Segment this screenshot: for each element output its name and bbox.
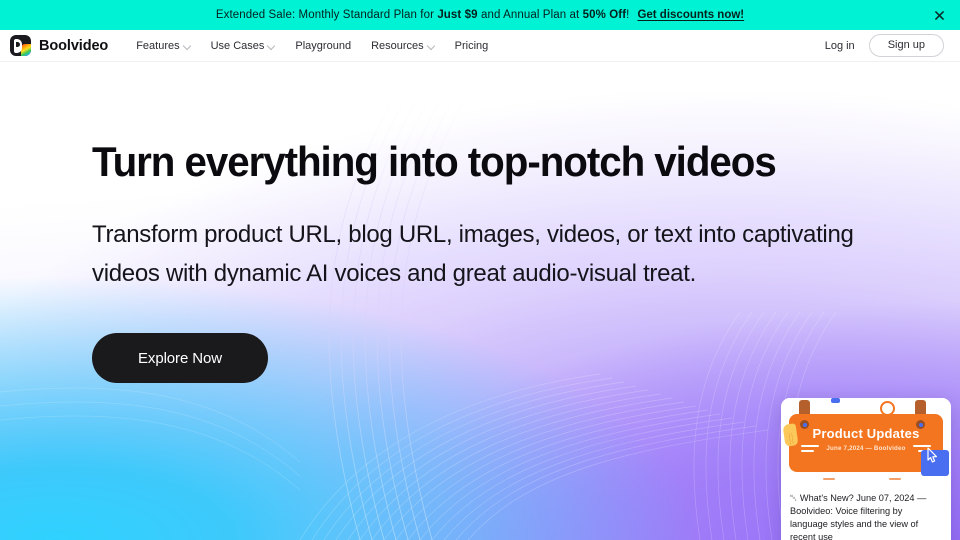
nav-label-use-cases: Use Cases (210, 39, 265, 52)
illustration-dash (823, 477, 835, 480)
site-header: Boolvideo Features Use Cases Playground … (0, 30, 960, 62)
chevron-down-icon (184, 42, 191, 49)
close-icon-svg (934, 10, 944, 20)
card-illustration: Product Updates June 7,2024 — Boolvideo (781, 398, 951, 484)
main-nav: Features Use Cases Playground Resources … (136, 40, 488, 52)
nav-item-resources[interactable]: Resources (371, 40, 435, 52)
promo-discount-link[interactable]: Get discounts now! (637, 9, 744, 21)
chevron-down-icon (268, 42, 275, 49)
boolvideo-logo-icon (10, 35, 31, 56)
promo-banner-text: Extended Sale: Monthly Standard Plan for… (216, 9, 630, 21)
hero-content: Turn everything into top-notch videos Tr… (92, 62, 882, 384)
promo-text-3: ! (626, 9, 630, 21)
hero-section: Turn everything into top-notch videos Tr… (0, 62, 960, 540)
card-body: ␀ What's New? June 07, 2024 — Boolvideo:… (781, 484, 951, 540)
brand-name: Boolvideo (39, 37, 109, 54)
nav-item-pricing[interactable]: Pricing (455, 40, 489, 52)
promo-bold-2: 50% Off (582, 9, 627, 21)
hero-subheading: Transform product URL, blog URL, images,… (92, 220, 854, 288)
page-title: Turn everything into top-notch videos (92, 138, 777, 185)
nav-label-features: Features (136, 39, 180, 52)
cursor-pointer-icon (927, 447, 937, 463)
explore-now-button[interactable]: Explore Now (92, 333, 268, 384)
page-root: Extended Sale: Monthly Standard Plan for… (0, 0, 960, 540)
illustration-dash (889, 477, 901, 480)
illustration-title: Product Updates (812, 426, 920, 441)
chevron-down-icon (428, 42, 435, 49)
close-icon[interactable] (930, 6, 948, 24)
signup-button[interactable]: Sign up (868, 34, 944, 57)
login-link[interactable]: Log in (825, 40, 855, 52)
card-title: ␀ What's New? June 07, 2024 — Boolvideo:… (790, 493, 927, 540)
header-actions: Log in Sign up (825, 34, 944, 57)
brand-logo[interactable]: Boolvideo (10, 35, 108, 56)
promo-bold-1: Just $9 (437, 9, 478, 21)
illustration-top-dot (831, 398, 840, 403)
logo-rainbow (21, 44, 31, 56)
promo-banner: Extended Sale: Monthly Standard Plan for… (0, 0, 960, 30)
nav-label-playground: Playground (295, 39, 352, 52)
logo-glyph (13, 38, 22, 53)
nav-item-use-cases[interactable]: Use Cases (211, 40, 276, 52)
nav-item-playground[interactable]: Playground (295, 40, 351, 52)
nav-label-resources: Resources (371, 39, 424, 52)
nav-label-pricing: Pricing (454, 39, 489, 52)
promo-text-2: and Annual Plan at (477, 9, 583, 21)
chat-notification-card[interactable]: Product Updates June 7,2024 — Boolvideo … (781, 398, 951, 540)
nav-item-features[interactable]: Features (136, 40, 190, 52)
promo-text-1: Extended Sale: Monthly Standard Plan for (215, 9, 438, 21)
